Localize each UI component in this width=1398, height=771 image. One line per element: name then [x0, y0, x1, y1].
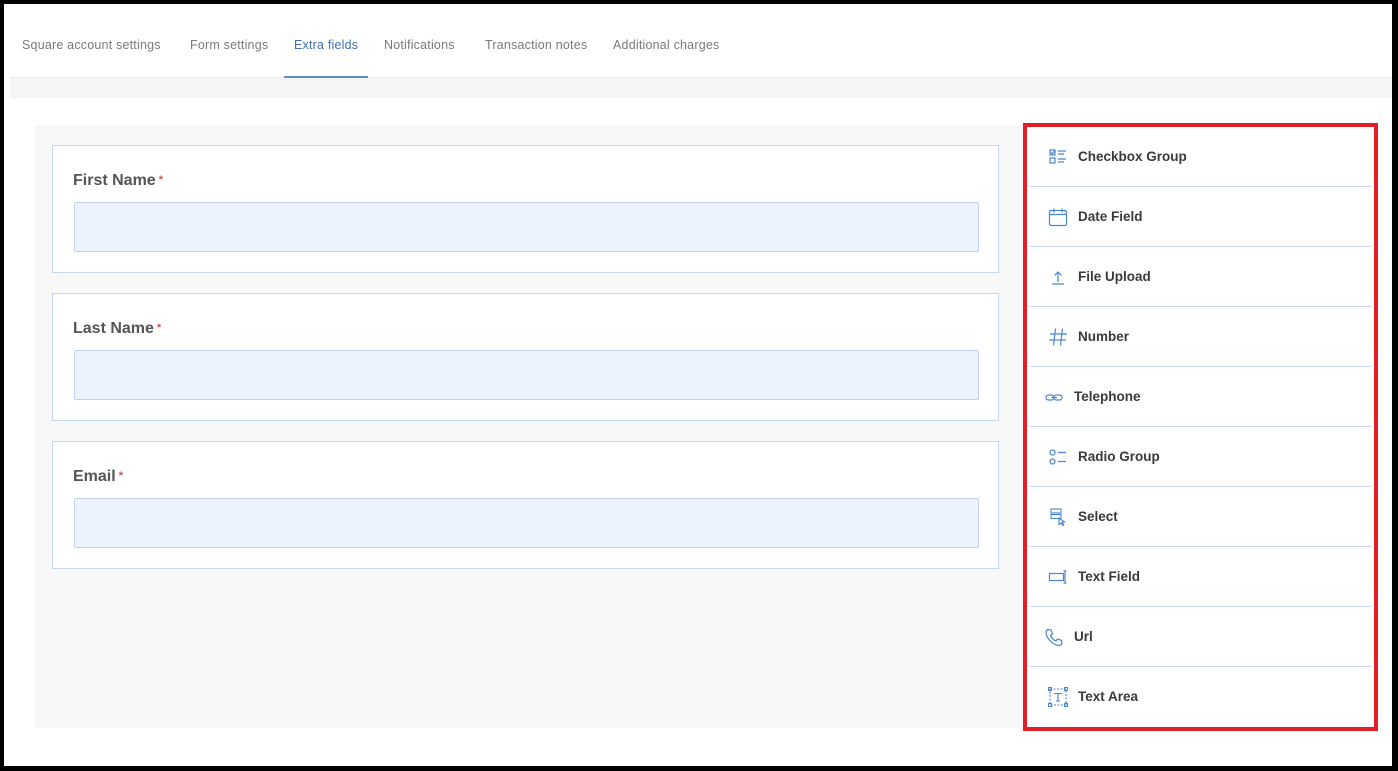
- first-name-input[interactable]: [74, 202, 979, 252]
- palette-item-checkbox-group[interactable]: Checkbox Group: [1030, 127, 1371, 187]
- palette-item-url[interactable]: Url: [1030, 607, 1371, 667]
- palette-item-label: Select: [1078, 509, 1118, 524]
- field-card-last-name[interactable]: Last Name *: [52, 293, 999, 421]
- tab-transaction-notes[interactable]: Transaction notes: [485, 16, 587, 78]
- text-field-icon: [1048, 567, 1068, 587]
- palette-item-text-field[interactable]: Text Field: [1030, 547, 1371, 607]
- last-name-input[interactable]: [74, 350, 979, 400]
- tab-notifications[interactable]: Notifications: [384, 16, 455, 78]
- tab-square-account-settings[interactable]: Square account settings: [22, 16, 161, 78]
- field-label: Email *: [73, 468, 123, 485]
- select-icon: [1048, 507, 1068, 527]
- palette-item-label: Telephone: [1074, 389, 1141, 404]
- tab-extra-fields[interactable]: Extra fields: [283, 16, 369, 78]
- palette-item-number[interactable]: Number: [1030, 307, 1371, 367]
- palette-item-radio-group[interactable]: Radio Group: [1030, 427, 1371, 487]
- link-icon: [1044, 387, 1064, 407]
- palette-item-text-area[interactable]: Text Area: [1030, 667, 1371, 727]
- hash-icon: [1048, 327, 1068, 347]
- palette-item-telephone[interactable]: Telephone: [1030, 367, 1371, 427]
- palette-item-label: Number: [1078, 329, 1130, 344]
- palette-item-file-upload[interactable]: File Upload: [1030, 247, 1371, 307]
- text-area-icon: [1048, 687, 1068, 707]
- required-mark: *: [118, 470, 123, 482]
- upload-icon: [1048, 267, 1068, 287]
- required-mark: *: [158, 174, 163, 186]
- tab-form-settings[interactable]: Form settings: [190, 16, 268, 78]
- email-input[interactable]: [74, 498, 979, 548]
- palette-item-label: Checkbox Group: [1078, 149, 1187, 164]
- palette-item-label: Date Field: [1078, 209, 1143, 224]
- field-card-first-name[interactable]: First Name *: [52, 145, 999, 273]
- palette-item-label: Radio Group: [1078, 449, 1160, 464]
- checkbox-group-icon: [1048, 147, 1068, 167]
- palette-item-date-field[interactable]: Date Field: [1030, 187, 1371, 247]
- phone-icon: [1044, 627, 1064, 647]
- app-window: Square account settings Form settings Ex…: [4, 4, 1392, 766]
- palette-item-label: Url: [1074, 629, 1093, 644]
- settings-tabs: Square account settings Form settings Ex…: [10, 16, 1392, 78]
- tab-additional-charges[interactable]: Additional charges: [613, 16, 719, 78]
- palette-item-select[interactable]: Select: [1030, 487, 1371, 547]
- subheader-bar: [10, 78, 1392, 98]
- radio-group-icon: [1048, 447, 1068, 467]
- field-card-email[interactable]: Email *: [52, 441, 999, 569]
- palette-item-label: Text Field: [1078, 569, 1141, 584]
- palette-item-label: File Upload: [1078, 269, 1151, 284]
- form-builder-canvas: First Name * Last Name * Email *: [34, 125, 1024, 728]
- field-type-palette: Checkbox Group Date Field File Upload Nu…: [1023, 123, 1378, 731]
- field-label: First Name *: [73, 172, 163, 189]
- field-label: Last Name *: [73, 320, 162, 337]
- required-mark: *: [156, 322, 162, 334]
- calendar-icon: [1048, 207, 1068, 227]
- palette-item-label: Text Area: [1078, 689, 1139, 704]
